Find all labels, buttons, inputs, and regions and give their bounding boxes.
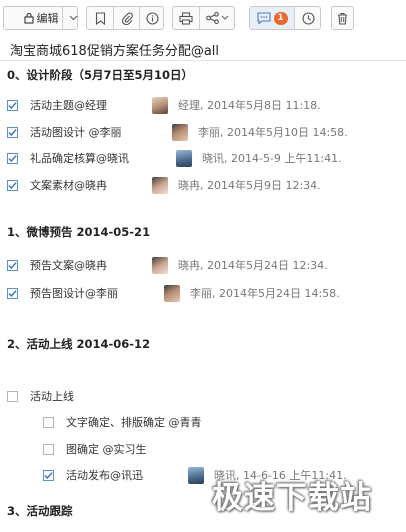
task-checkbox[interactable] <box>43 443 54 455</box>
edit-button[interactable]: 编辑 <box>3 6 78 30</box>
task-meta: 晓冉, 2014年5月9日 12:34. <box>152 175 321 195</box>
tool-group-3: 1 <box>249 6 321 30</box>
task-checkbox[interactable] <box>7 390 18 402</box>
task-name[interactable]: 活动图设计 @李丽 <box>30 124 122 140</box>
avatar <box>152 176 168 194</box>
tool-group-1 <box>86 6 164 30</box>
task-name[interactable]: 文字确定、排版确定 @青青 <box>66 414 202 430</box>
comment-icon <box>256 12 271 24</box>
task-meta: 李丽, 2014年5月24日 14:58. <box>164 283 340 303</box>
bookmark-button[interactable] <box>87 7 113 29</box>
task-checkbox[interactable] <box>7 287 18 299</box>
task-meta-text: 晓讯, 2014-5-9 上午11:41. <box>202 152 342 165</box>
task-meta-text: 晓冉, 2014年5月9日 12:34. <box>178 179 321 192</box>
task-item: 礼品确定核算@晓讯 <box>7 148 129 168</box>
history-button[interactable] <box>295 7 321 29</box>
task-item: 活动图设计 @李丽 <box>7 122 122 142</box>
task-name[interactable]: 活动上线 <box>30 388 74 404</box>
task-checkbox[interactable] <box>7 152 18 164</box>
task-name[interactable]: 活动主题@经理 <box>30 97 107 113</box>
trash-icon <box>338 12 347 25</box>
task-checkbox[interactable] <box>7 179 18 191</box>
task-meta: 经理, 2014年5月8日 11:18. <box>152 95 321 115</box>
task-name[interactable]: 活动发布@讯迅 <box>66 467 143 483</box>
task-item: 活动主题@经理 <box>7 95 107 115</box>
avatar <box>164 284 180 302</box>
comment-count-badge: 1 <box>273 11 288 25</box>
section-heading: 2、活动上线 2014-06-12 <box>7 337 151 351</box>
edit-label: 编辑 <box>36 12 59 25</box>
check-icon <box>8 261 17 269</box>
task-meta-text: 李丽, 2014年5月10日 14:58. <box>198 126 348 139</box>
toolbar: 编辑 1 <box>0 0 406 36</box>
subtask-item: 图确定 @实习生 <box>43 439 147 459</box>
share-button[interactable] <box>200 7 235 29</box>
avatar <box>176 149 192 167</box>
task-name[interactable]: 礼品确定核算@晓讯 <box>30 150 129 166</box>
section-heading: 3、活动跟踪 <box>7 504 73 518</box>
comments-button[interactable]: 1 <box>250 7 294 29</box>
task-item: 预告文案@晓冉 <box>7 255 107 275</box>
task-item: 预告图设计@李丽 <box>7 283 118 303</box>
avatar <box>172 123 188 141</box>
task-name[interactable]: 预告文案@晓冉 <box>30 257 107 273</box>
info-icon <box>145 11 159 25</box>
printer-icon <box>179 11 193 25</box>
task-meta: 晓冉, 2014年5月24日 12:34. <box>152 255 328 275</box>
task-name[interactable]: 图确定 @实习生 <box>66 441 147 457</box>
check-icon <box>44 471 53 479</box>
page-title: 淘宝商城618促销方案任务分配@all <box>10 44 220 59</box>
task-item: 活动上线 <box>7 386 74 406</box>
check-icon <box>8 181 17 189</box>
check-icon <box>8 128 17 136</box>
check-icon <box>8 289 17 297</box>
attach-button[interactable] <box>114 7 139 29</box>
task-checkbox[interactable] <box>43 416 54 428</box>
task-meta-text: 李丽, 2014年5月24日 14:58. <box>190 287 340 300</box>
task-meta: 李丽, 2014年5月10日 14:58. <box>172 122 348 142</box>
section-heading: 1、微博预告 2014-05-21 <box>7 225 151 239</box>
clock-icon <box>301 11 315 25</box>
avatar <box>188 466 204 484</box>
bookmark-icon <box>95 11 105 25</box>
task-meta: 晓讯, 2014-5-9 上午11:41. <box>176 148 342 168</box>
check-icon <box>8 101 17 109</box>
avatar <box>152 96 168 114</box>
tool-group-2 <box>172 6 235 30</box>
task-checkbox[interactable] <box>7 99 18 111</box>
task-checkbox[interactable] <box>7 126 18 138</box>
subtask-item: 活动发布@讯迅 <box>43 465 143 485</box>
delete-button[interactable] <box>331 6 354 30</box>
info-button[interactable] <box>140 7 164 29</box>
subtask-item: 文字确定、排版确定 @青青 <box>43 412 202 432</box>
task-checkbox[interactable] <box>43 469 54 481</box>
task-checkbox[interactable] <box>7 259 18 271</box>
chevron-down-icon[interactable] <box>69 15 78 21</box>
task-meta-text: 经理, 2014年5月8日 11:18. <box>178 99 321 112</box>
task-item: 文案素材@晓冉 <box>7 175 107 195</box>
print-button[interactable] <box>173 7 199 29</box>
title-divider <box>0 60 406 61</box>
chevron-down-icon <box>221 15 229 20</box>
share-icon <box>206 12 219 24</box>
task-meta-text: 晓冉, 2014年5月24日 12:34. <box>178 259 328 272</box>
watermark: 极速下载站 <box>212 480 372 516</box>
task-name[interactable]: 预告图设计@李丽 <box>30 285 118 301</box>
avatar <box>152 256 168 274</box>
task-name[interactable]: 文案素材@晓冉 <box>30 177 107 193</box>
section-heading: 0、设计阶段（5月7日至5月10日） <box>7 68 194 82</box>
check-icon <box>8 154 17 162</box>
paperclip-icon <box>121 12 133 25</box>
lock-icon <box>23 12 34 24</box>
